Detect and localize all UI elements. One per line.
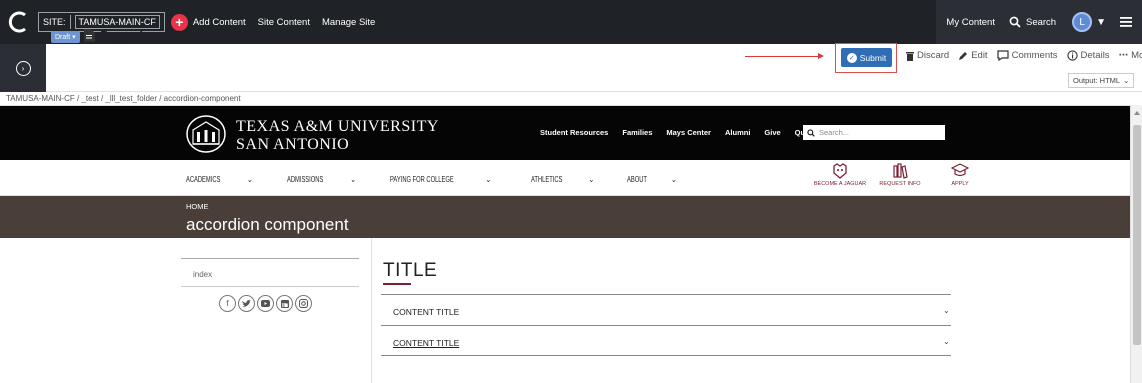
page-file-icon xyxy=(84,29,95,42)
search-icon xyxy=(807,128,815,137)
facebook-icon[interactable]: f xyxy=(219,295,236,312)
nav-athletics[interactable]: ATHLETICS ⌄ xyxy=(531,175,594,184)
check-icon: ✓ xyxy=(846,52,857,63)
chevron-down-icon: ⌄ xyxy=(1123,76,1130,85)
accordion-item-2[interactable]: CONTENT TITLE xyxy=(393,338,951,348)
trash-icon xyxy=(906,51,914,61)
topbar-right: My Content Search L ▼ xyxy=(936,0,1142,44)
chevron-down-icon[interactable]: ⌄ xyxy=(943,337,950,346)
info-icon xyxy=(1066,50,1078,61)
nav-student-resources[interactable]: Student Resources xyxy=(540,128,608,137)
edit-button[interactable]: Edit xyxy=(958,50,988,61)
sidebar-index-link[interactable]: index xyxy=(193,270,212,279)
page-preview: TEXAS A&M UNIVERSITY SAN ANTONIO Student… xyxy=(0,105,1130,383)
banner-home-link[interactable]: HOME xyxy=(186,202,209,211)
more-button[interactable]: ⋯ More xyxy=(1119,50,1142,61)
nav-alumni[interactable]: Alumni xyxy=(725,128,750,137)
instagram-icon[interactable] xyxy=(295,295,312,312)
sidebar-divider xyxy=(181,258,359,259)
nav-about[interactable]: ABOUT ⌄ xyxy=(627,175,677,184)
ellipsis-icon: ⋯ xyxy=(1118,50,1129,61)
site-name: TAMUSA-MAIN-CF xyxy=(74,15,160,29)
preview-scrollbar[interactable] xyxy=(1130,105,1142,383)
university-seal-icon xyxy=(186,115,226,153)
breadcrumb[interactable]: TAMUSA-MAIN-CF / _test / _lll_test_folde… xyxy=(6,94,241,103)
details-button[interactable]: Details xyxy=(1066,50,1110,61)
accordion-divider xyxy=(381,355,951,356)
toolbar-actions: Discard Edit Comments Details ⋯ More xyxy=(897,50,1142,61)
submit-label: Submit xyxy=(859,52,887,63)
site-content-link[interactable]: Site Content xyxy=(258,17,310,28)
search-icon xyxy=(1009,16,1021,28)
become-a-jaguar-link[interactable]: BECOME A JAGUAR xyxy=(810,163,870,187)
search-button[interactable]: Search xyxy=(1009,16,1056,28)
graduation-cap-icon xyxy=(951,163,969,177)
page-title: Page: Accordion Component xyxy=(84,28,266,43)
banner-title: accordion component xyxy=(186,215,349,234)
twitter-icon[interactable] xyxy=(238,295,255,312)
page-title-text: Page: Accordion Component xyxy=(100,28,266,43)
panel-toggle-button[interactable]: › xyxy=(0,44,46,92)
chevron-right-icon: › xyxy=(15,60,31,76)
university-name-line2: SAN ANTONIO xyxy=(236,136,350,153)
chevron-down-icon[interactable]: ▼ xyxy=(1096,17,1106,28)
request-info-link[interactable]: REQUEST INFO xyxy=(870,163,930,187)
site-label: SITE: xyxy=(43,17,66,27)
pencil-icon xyxy=(959,51,968,60)
nav-mays-center[interactable]: Mays Center xyxy=(666,128,711,137)
cascade-logo-icon[interactable] xyxy=(6,9,32,35)
nav-give[interactable]: Give xyxy=(764,128,780,137)
add-content-label: Add Content xyxy=(192,16,246,28)
nav-admissions[interactable]: ADMISSIONS ⌄ xyxy=(287,175,356,184)
manage-site-link[interactable]: Manage Site xyxy=(322,17,375,28)
nav-families[interactable]: Families xyxy=(622,128,652,137)
scroll-up-icon[interactable] xyxy=(1134,111,1140,115)
content-heading: TITLE xyxy=(383,260,438,281)
column-divider xyxy=(371,238,372,383)
site-search-input[interactable]: Search... xyxy=(803,125,945,140)
nav-academics[interactable]: ACADEMICS ⌄ xyxy=(186,175,253,184)
hamburger-menu-icon[interactable] xyxy=(1120,17,1132,27)
nav-paying-for-college[interactable]: PAYING FOR COLLEGE ⌄ xyxy=(390,175,491,184)
books-icon xyxy=(893,163,908,179)
scroll-thumb[interactable] xyxy=(1133,125,1141,345)
accordion-divider xyxy=(381,294,951,295)
comments-button[interactable]: Comments xyxy=(996,50,1058,61)
annotation-arrowhead xyxy=(818,53,824,59)
comment-icon xyxy=(996,50,1009,61)
university-name-line1: TEXAS A&M UNIVERSITY xyxy=(236,118,439,135)
jaguar-icon xyxy=(833,163,847,179)
output-select[interactable]: Output: HTML ⌄ xyxy=(1068,73,1135,88)
accordion-item-1[interactable]: CONTENT TITLE xyxy=(393,307,951,317)
discard-button[interactable]: Discard xyxy=(906,50,949,61)
social-links: f xyxy=(219,295,314,312)
apply-link[interactable]: APPLY xyxy=(930,163,990,187)
main-nav: ACADEMICS ⌄ ADMISSIONS ⌄ PAYING FOR COLL… xyxy=(0,160,1130,196)
heading-underline xyxy=(383,283,411,285)
user-avatar[interactable]: L xyxy=(1072,12,1093,32)
university-header: TEXAS A&M UNIVERSITY SAN ANTONIO Student… xyxy=(0,106,1130,160)
accordion-divider xyxy=(381,325,951,326)
linkedin-icon[interactable] xyxy=(276,295,293,312)
search-label: Search xyxy=(1025,16,1057,28)
sidebar-divider xyxy=(181,286,359,287)
my-content-link[interactable]: My Content xyxy=(946,17,995,28)
draft-badge[interactable]: Draft ▾ xyxy=(51,31,80,43)
search-placeholder: Search... xyxy=(819,128,850,137)
page-banner: HOME accordion component xyxy=(0,196,1130,238)
chevron-down-icon[interactable]: ⌄ xyxy=(943,306,950,315)
quick-icons: BECOME A JAGUAR REQUEST INFO APPLY xyxy=(810,163,990,187)
content-area: index f TITLE CONTENT TITLE ⌄ CONTENT TI… xyxy=(0,238,1130,383)
submit-button[interactable]: ✓ Submit xyxy=(841,48,892,67)
youtube-icon[interactable] xyxy=(257,295,274,312)
annotation-arrow xyxy=(745,56,822,57)
